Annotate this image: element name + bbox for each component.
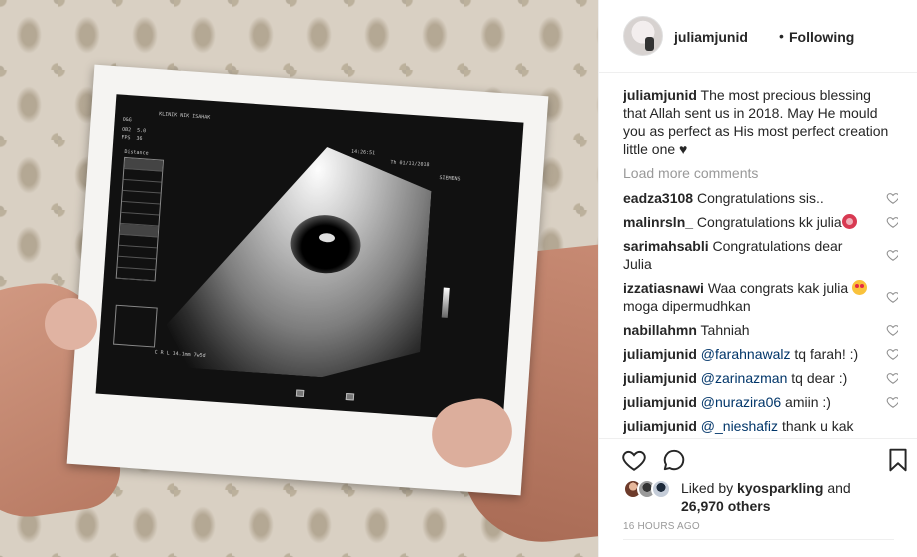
divider <box>623 539 894 540</box>
small-heart-icon[interactable] <box>886 290 898 304</box>
scan-og-label: O&G <box>122 116 132 124</box>
comment-username[interactable]: juliamjunid <box>623 346 697 362</box>
heart-icon[interactable] <box>621 447 647 473</box>
comment-item: juliamjunid @zarinazman tq dear :) <box>623 366 898 390</box>
comment-username[interactable]: izzatiasnawi <box>623 280 704 296</box>
comment-item: juliamjunid @_nieshafiz thank u kak <box>623 414 898 436</box>
post-header: juliamjunid • Following <box>599 0 917 73</box>
post-timestamp[interactable]: 16 HOURS AGO <box>623 521 700 532</box>
scan-distance-label: Distance <box>124 148 149 157</box>
ultrasound-scan: KLINIK NIK ISAHAK O&G OB2 5.0 FPS 36 14:… <box>95 94 524 422</box>
comment-text: Congratulations sis.. <box>696 190 824 206</box>
comment-mention-link[interactable]: @zarinazman <box>701 370 788 386</box>
comment-username[interactable]: sarimahsabli <box>623 238 709 254</box>
scan-clinic-label: KLINIK NIK ISAHAK <box>158 111 211 121</box>
comment-username[interactable]: nabillahmn <box>623 322 697 338</box>
separator-dot: • <box>779 28 784 44</box>
scan-gauge <box>441 287 450 318</box>
gestational-sac <box>289 213 363 276</box>
small-heart-icon[interactable] <box>886 371 898 385</box>
comment-item: eadza3108 Congratulations sis.. <box>623 186 898 210</box>
scan-fps-label: FPS 36 <box>121 134 143 143</box>
comment-username[interactable]: malinrsln_ <box>623 214 693 230</box>
comment-text: Tahniah <box>700 322 750 338</box>
likes-and-label: and <box>827 480 851 496</box>
comment-text: tq farah! :) <box>794 346 859 362</box>
scan-marker <box>295 389 305 398</box>
two-hearts-emoji-icon <box>841 214 857 229</box>
post-side-panel: juliamjunid • Following juliamjunid The … <box>598 0 917 557</box>
comment-username[interactable]: eadza3108 <box>623 190 693 206</box>
comment-item: nabillahmn Tahniah <box>623 318 898 342</box>
likes-count[interactable]: 26,970 others <box>681 498 771 514</box>
likes-summary: Liked by kyosparkling and 26,970 others <box>681 479 891 515</box>
load-more-comments-link[interactable]: Load more comments <box>623 164 898 182</box>
post-caption: juliamjunid The most precious blessing t… <box>623 86 898 158</box>
avatar[interactable] <box>623 16 663 56</box>
scan-marker <box>345 392 355 401</box>
bookmark-icon[interactable] <box>885 447 911 473</box>
small-heart-icon[interactable] <box>886 215 898 229</box>
caption-username[interactable]: juliamjunid <box>623 87 697 103</box>
avatar <box>651 479 671 499</box>
comment-item: juliamjunid @farahnawalz tq farah! :) <box>623 342 898 366</box>
comment-text: Congratulations kk julia <box>696 214 842 230</box>
comment-text: Waa congrats kak julia <box>707 280 849 296</box>
comment-username[interactable]: juliamjunid <box>623 394 697 410</box>
heart-eyes-emoji-icon <box>852 280 868 295</box>
comment-username[interactable]: juliamjunid <box>623 418 697 434</box>
comment-text: thank u kak <box>781 418 854 434</box>
header-username[interactable]: juliamjunid <box>674 29 748 45</box>
comment-username[interactable]: juliamjunid <box>623 370 697 386</box>
liked-by-label: Liked by <box>681 480 734 496</box>
scan-menu-lower <box>113 304 158 348</box>
scan-brand: SIEMENS <box>439 174 461 183</box>
following-button[interactable]: Following <box>789 29 854 45</box>
comment-text: amiin :) <box>785 394 831 410</box>
comments-list[interactable]: juliamjunid The most precious blessing t… <box>623 86 898 436</box>
comment-item: izzatiasnawi Waa congrats kak julia moga… <box>623 276 898 318</box>
scan-date: Th 01/11/2018 <box>390 159 430 169</box>
scan-time: 14:26:51 <box>350 148 376 157</box>
scan-ob-label: OB2 5.0 <box>121 126 147 135</box>
comment-bubble-icon[interactable] <box>661 447 687 473</box>
scan-measure-menu <box>115 156 165 282</box>
comment-item: juliamjunid @nurazira06 amiin :) <box>623 390 898 414</box>
small-heart-icon[interactable] <box>886 248 898 262</box>
comment-mention-link[interactable]: @nurazira06 <box>701 394 781 410</box>
comment-text: tq dear :) <box>791 370 848 386</box>
comment-mention-link[interactable]: @_nieshafiz <box>701 418 778 434</box>
post-actions: Liked by kyosparkling and 26,970 others … <box>599 438 917 557</box>
small-heart-icon[interactable] <box>886 347 898 361</box>
comment-item: sarimahsabli Congratulations dear Julia <box>623 234 898 276</box>
liker-avatars[interactable] <box>623 479 675 501</box>
comment-mention-link[interactable]: @farahnawalz <box>701 346 791 362</box>
liker-username[interactable]: kyosparkling <box>737 480 823 496</box>
small-heart-icon[interactable] <box>886 191 898 205</box>
ultrasound-fan <box>164 137 434 384</box>
small-heart-icon[interactable] <box>886 395 898 409</box>
post-photo[interactable]: KLINIK NIK ISAHAK O&G OB2 5.0 FPS 36 14:… <box>0 0 598 557</box>
comment-text-continued: moga dipermudhkan <box>623 298 751 314</box>
comment-item: malinrsln_ Congratulations kk julia <box>623 210 898 234</box>
small-heart-icon[interactable] <box>886 323 898 337</box>
